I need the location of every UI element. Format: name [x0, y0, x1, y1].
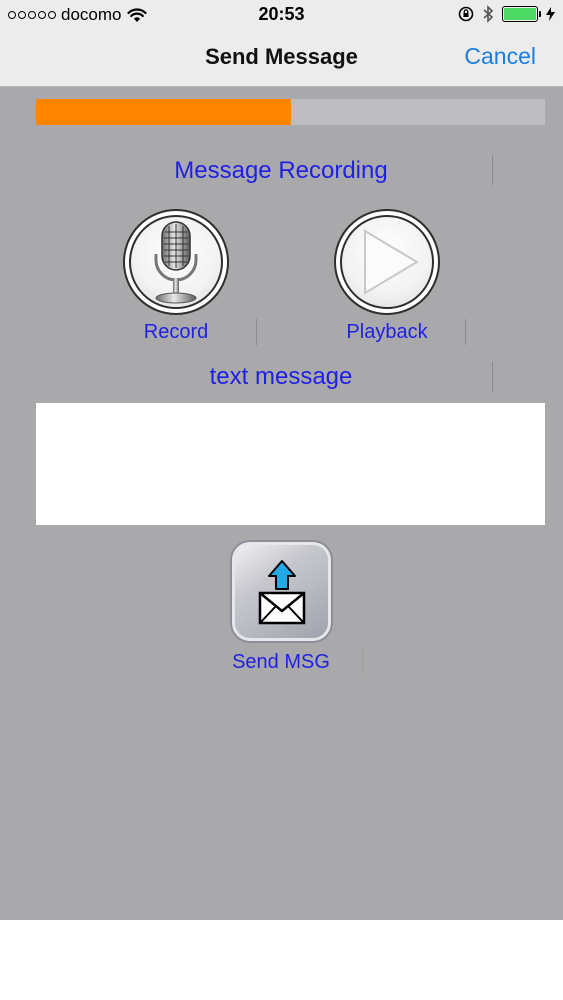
divider — [492, 155, 493, 185]
rotation-lock-icon — [458, 6, 474, 22]
send-message-button[interactable] — [230, 540, 333, 643]
text-message-input[interactable] — [36, 403, 545, 525]
status-bar: docomo 20:53 — [0, 0, 563, 30]
navigation-bar: Send Message Cancel — [0, 30, 563, 87]
text-message-title: text message — [209, 363, 353, 390]
progress-fill — [36, 99, 291, 125]
divider — [492, 362, 493, 392]
record-button[interactable] — [123, 209, 229, 315]
record-label: Record — [143, 321, 209, 343]
main-content: Message Recording Record Playback text m… — [0, 87, 563, 920]
playback-label: Playback — [346, 321, 428, 343]
divider — [256, 319, 257, 345]
send-msg-label: Send MSG — [232, 651, 330, 673]
battery-icon — [502, 6, 541, 22]
microphone-icon — [154, 221, 198, 304]
play-icon — [364, 229, 419, 295]
cancel-button[interactable]: Cancel — [464, 43, 536, 70]
divider — [465, 319, 466, 345]
bluetooth-icon — [483, 5, 494, 23]
charging-icon — [546, 7, 555, 21]
playback-button[interactable] — [334, 209, 440, 315]
divider — [362, 649, 363, 675]
message-recording-title: Message Recording — [174, 157, 388, 184]
recording-progress-bar — [36, 99, 545, 125]
send-mail-icon — [258, 559, 305, 624]
status-right — [458, 5, 555, 23]
